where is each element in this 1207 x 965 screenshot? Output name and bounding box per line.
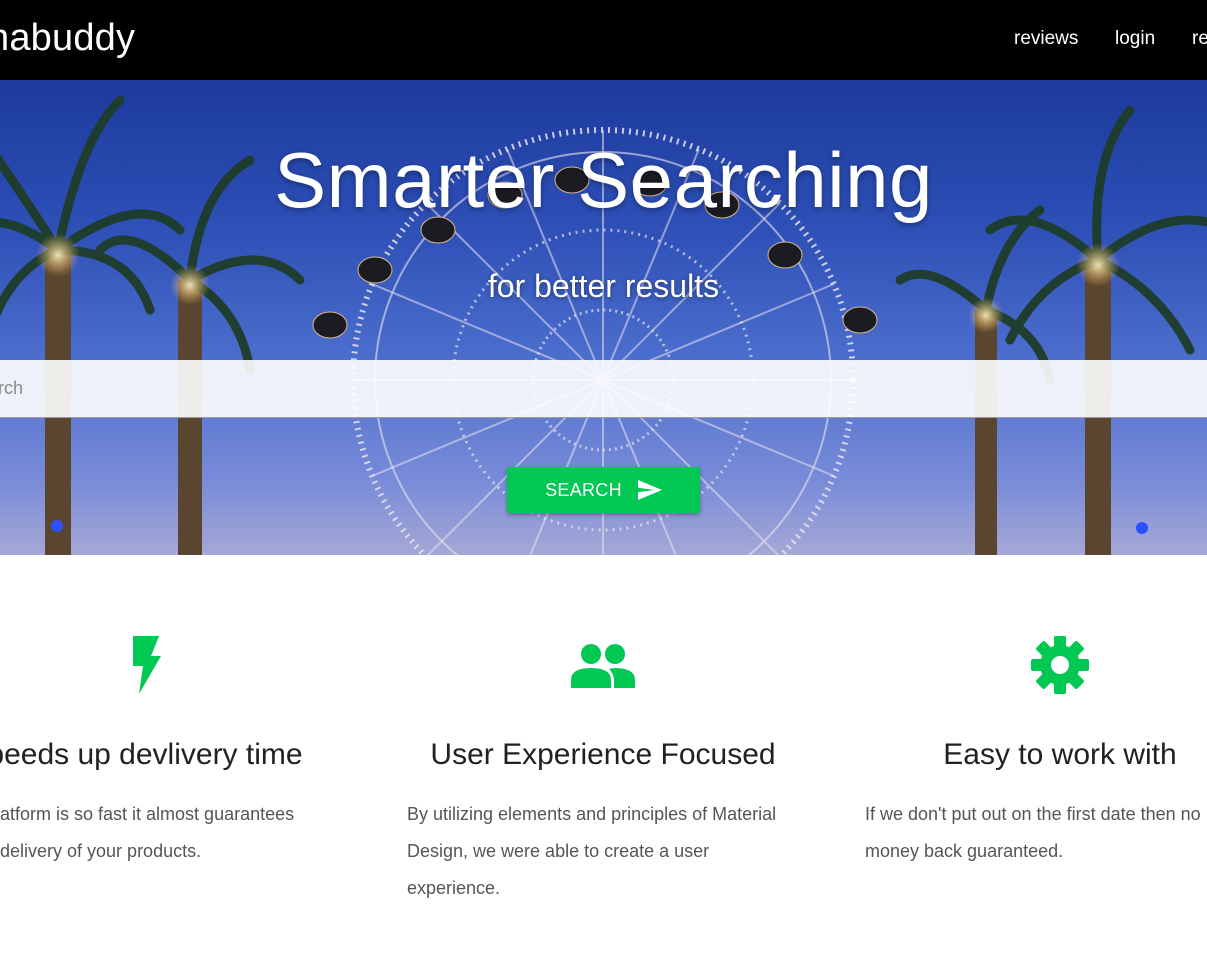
group-icon	[571, 644, 635, 688]
nav-link-login[interactable]: login	[1115, 28, 1155, 50]
hero-subtitle: for better results	[487, 268, 720, 304]
feature-title: Easy to work with	[943, 738, 1177, 771]
hero-title: Smarter Searching	[274, 136, 933, 224]
feature-column-speed: peeds up devlivery time atform is so fas…	[0, 630, 375, 861]
feature-column-ux: User Experience Focused By utilizing ele…	[373, 630, 833, 898]
feature-title: peeds up devlivery time	[0, 738, 303, 771]
feature-column-easy: Easy to work with If we don't put out on…	[830, 630, 1207, 861]
hero-banner: Smarter Searching for better results SEA…	[0, 80, 1207, 555]
nav-link-register[interactable]: re	[1192, 28, 1207, 50]
feature-title: User Experience Focused	[430, 738, 776, 771]
search-input[interactable]	[0, 360, 1207, 417]
search-button[interactable]: SEARCH	[507, 467, 700, 513]
flash-icon	[133, 636, 161, 694]
feature-text: If we don't put out on the first date th…	[865, 804, 1201, 861]
search-button-label: SEARCH	[545, 479, 622, 500]
feature-text: atform is so fast it almost guarantees d…	[0, 804, 295, 861]
send-icon	[637, 480, 662, 500]
nav-link-reviews[interactable]: reviews	[1014, 28, 1078, 50]
nav-links: reviews login re	[0, 0, 1207, 80]
feature-text: By utilizing elements and principles of …	[407, 804, 777, 898]
settings-gear-icon	[1031, 636, 1089, 694]
search-field-container	[0, 360, 1207, 418]
top-navbar: nabuddy reviews login re	[0, 0, 1207, 80]
